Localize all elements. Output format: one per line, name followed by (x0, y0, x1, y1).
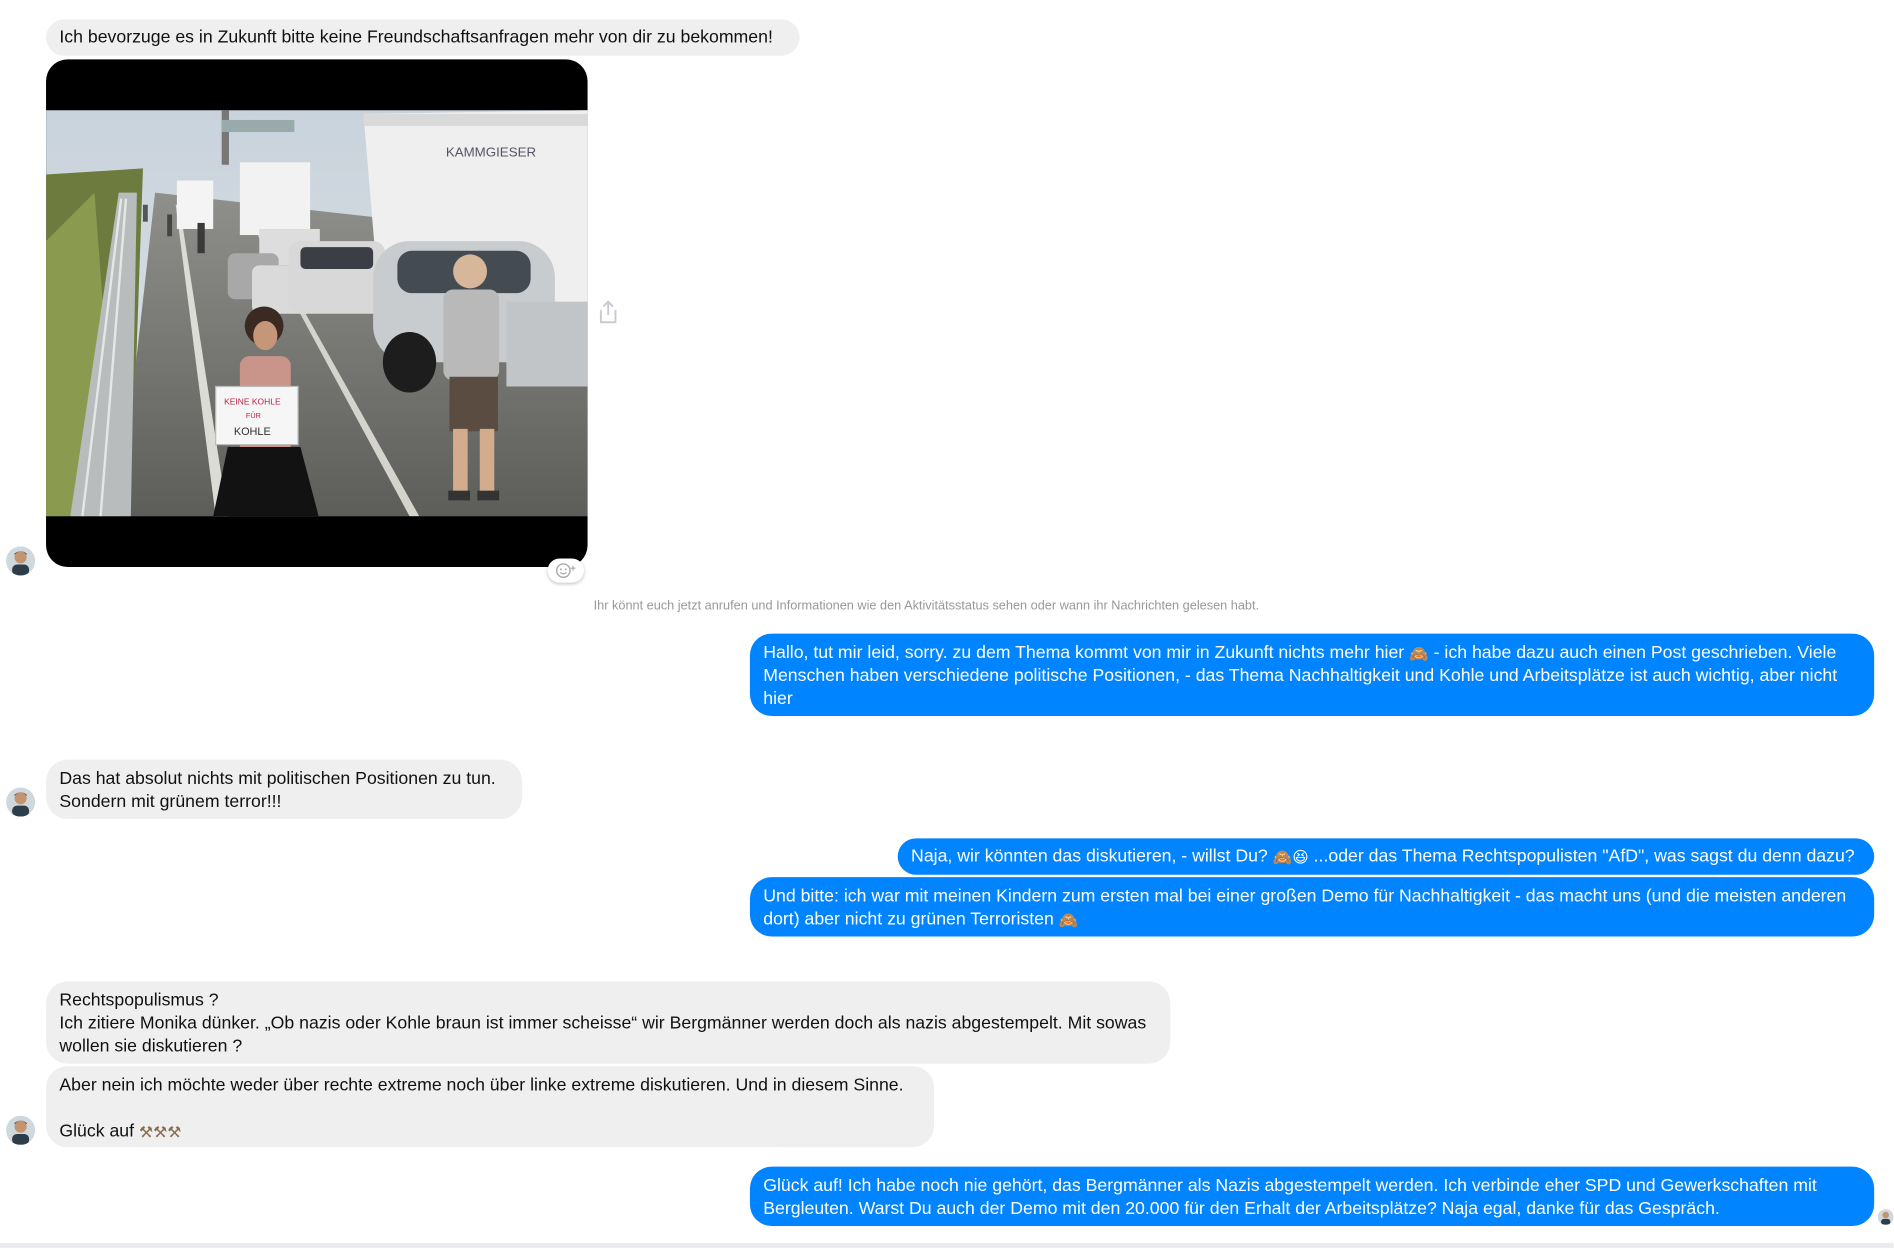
avatar[interactable] (6, 787, 36, 817)
incoming-message: Rechtspopulismus ? Ich zitiere Monika dü… (46, 981, 1171, 1064)
outgoing-message: Hallo, tut mir leid, sorry. zu dem Thema… (749, 633, 1875, 716)
sign-text-1: KEINE KOHLE (224, 397, 281, 407)
grin-emoji: 😆 (1292, 848, 1309, 867)
protest-photo: KAMMGIESER KEINE KOHLE FÜR KOHLE (46, 110, 588, 517)
outgoing-message: Naja, wir könnten das diskutieren, - wil… (897, 838, 1875, 875)
incoming-message: Aber nein ich möchte weder über rechte e… (46, 1066, 935, 1148)
share-icon[interactable] (596, 299, 620, 326)
svg-text:KAMMGIESER: KAMMGIESER (446, 144, 536, 159)
monkey-emoji: 🙈 (1058, 911, 1079, 930)
outgoing-message: Und bitte: ich war mit meinen Kindern zu… (749, 877, 1875, 937)
incoming-message: Das hat absolut nichts mit politischen P… (46, 759, 523, 819)
status-info-text: Ihr könnt euch jetzt anrufen und Informa… (593, 598, 1260, 614)
incoming-message: Ich bevorzuge es in Zukunft bitte keine … (46, 19, 800, 56)
add-reaction-icon[interactable] (547, 558, 584, 583)
avatar[interactable] (6, 546, 36, 576)
outgoing-message: Glück auf! Ich habe noch nie gehört, das… (749, 1166, 1875, 1227)
sign-text-2: FÜR (246, 411, 261, 420)
sign-text-3: KOHLE (234, 426, 271, 438)
avatar[interactable] (6, 1115, 36, 1145)
monkey-emoji: 🙈 (1272, 848, 1293, 867)
hammer-pick-emoji: ⚒⚒⚒ (138, 1123, 182, 1142)
monkey-emoji: 🙈 (1409, 644, 1429, 663)
photo-attachment[interactable]: KAMMGIESER KEINE KOHLE FÜR KOHLE (46, 59, 588, 567)
seen-avatar (1877, 1209, 1894, 1225)
